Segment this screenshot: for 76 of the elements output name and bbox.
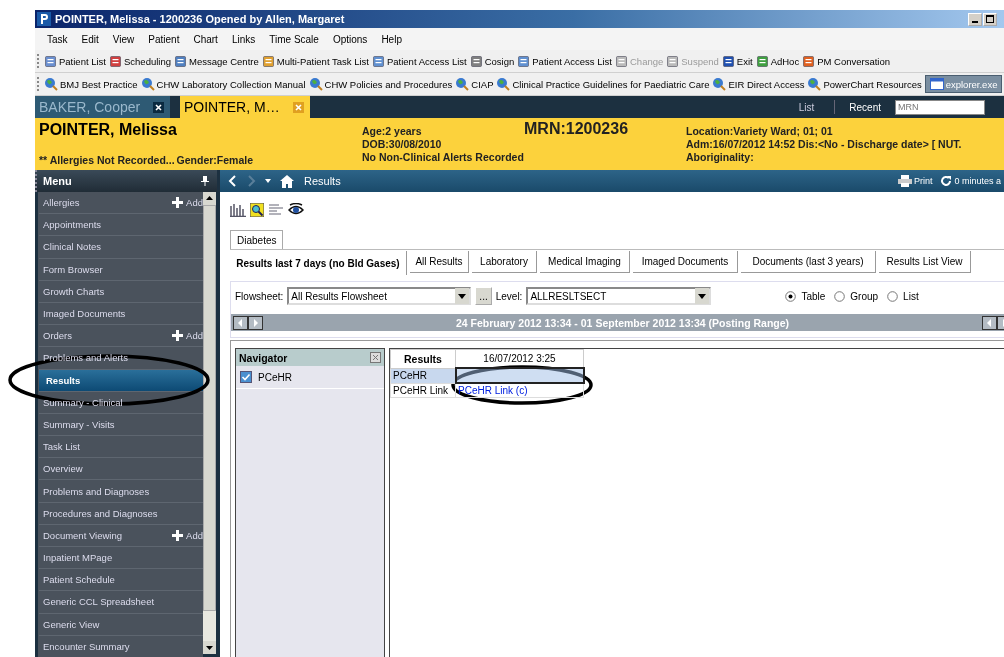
menu-item[interactable]: Allergies Add <box>39 192 203 215</box>
patient-age: Age:2 years <box>362 125 423 137</box>
add-button[interactable]: Add <box>172 197 203 209</box>
menu-title: Menu <box>43 175 72 187</box>
level-dropdown[interactable]: ALLRESLTSECT <box>526 287 712 305</box>
results-tab[interactable]: Results last 7 days (no Bld Gases) <box>230 251 407 275</box>
menu-item[interactable]: Options <box>325 33 375 45</box>
patient-dob: DOB:30/08/2010 <box>362 138 443 150</box>
browse-button[interactable]: ... <box>475 287 492 305</box>
navigator-item[interactable]: PCeHR <box>258 371 292 383</box>
toolbar-button[interactable]: Patient List <box>44 54 106 68</box>
link-button[interactable]: CHW Policies and Procedures <box>308 77 453 91</box>
toolbar-button[interactable]: AdHoc <box>755 54 800 68</box>
recent-button[interactable]: Recent <box>841 101 889 113</box>
window-title: POINTER, Melissa - 1200236 Opened by Allen, Margaret <box>55 13 346 25</box>
toolbar-button[interactable]: PM Conversation <box>802 54 891 68</box>
results-tab[interactable]: Medical Imaging <box>540 251 630 273</box>
link-button[interactable]: PowerChart Resources <box>807 77 922 91</box>
add-button[interactable]: Add <box>172 330 203 342</box>
group-tab[interactable]: Diabetes <box>230 230 284 249</box>
admission-details: Adm:16/07/2012 14:52 Dis:<No - Discharge date> [ NUT. <box>686 138 963 150</box>
link-button[interactable]: CIAP <box>455 77 494 91</box>
view-radio[interactable]: List <box>887 290 919 302</box>
results-tab[interactable]: Imaged Documents <box>633 251 738 273</box>
column-header: Results <box>390 349 456 368</box>
link-button[interactable]: EIR Direct Access <box>712 77 805 91</box>
menu-item[interactable]: Chart <box>186 33 225 45</box>
menu-item[interactable]: Results <box>39 369 203 392</box>
toolbar-button[interactable]: Message Centre <box>174 54 259 68</box>
level-label: Level: <box>495 290 523 302</box>
menu-item[interactable]: Edit <box>74 33 106 45</box>
add-button[interactable]: Add <box>172 529 203 541</box>
refresh-button[interactable]: 0 minutes a <box>940 175 1001 187</box>
menu-item[interactable]: Help <box>374 33 409 45</box>
flowsheet-label: Flowsheet: <box>235 290 284 302</box>
menu-item[interactable]: Document Viewing Add <box>39 524 203 547</box>
row-label[interactable]: PCeHR Link <box>390 383 456 398</box>
page-title: Results <box>304 175 341 187</box>
results-tab[interactable]: All Results <box>410 251 469 273</box>
alerts-status: No Non-Clinical Alerts Recorded <box>362 151 524 163</box>
column-header: 16/07/2012 3:25 <box>455 349 584 368</box>
toolbar-button[interactable]: Cosign <box>469 54 515 68</box>
results-tab[interactable]: Results List View <box>879 251 971 273</box>
patient-tab[interactable]: BAKER, Cooper <box>35 96 170 118</box>
mrn-search-field[interactable]: MRN <box>895 99 985 115</box>
link-button[interactable]: BMJ Best Practice <box>44 77 138 91</box>
list-button[interactable]: List <box>778 101 829 113</box>
flowsheet-dropdown[interactable]: All Results Flowsheet <box>287 287 472 305</box>
link-button[interactable]: Clinical Practice Guidelines for Paediatric Care <box>496 77 710 91</box>
toolbar-button[interactable]: Exit <box>721 54 753 68</box>
posting-range: 24 February 2012 13:34 - 01 September 2012 13:34 (Posting Range) <box>454 316 791 329</box>
view-radio[interactable]: Table <box>785 290 826 302</box>
patient-tab[interactable]: POINTER, M… <box>180 96 310 118</box>
patient-location: Location:Variety Ward; 01; 01 <box>686 125 834 137</box>
navigator-title: Navigator <box>239 351 288 364</box>
patient-mrn: MRN:1200236 <box>524 120 630 138</box>
results-tab[interactable]: Documents (last 3 years) <box>741 251 876 273</box>
menu-item[interactable]: Task <box>40 33 75 45</box>
print-button[interactable]: Print <box>897 175 933 187</box>
toolbar-button[interactable]: Multi-Patient Task List <box>261 54 369 68</box>
toolbar-button[interactable]: Patient Access List <box>371 54 467 68</box>
aboriginality-status: Aboriginality: <box>686 151 755 163</box>
result-cell[interactable]: PCeHR Link (c) <box>455 383 584 398</box>
allergy-status: ** Allergies Not Recorded... <box>39 154 175 166</box>
toolbar-button[interactable]: Scheduling <box>109 54 171 68</box>
link-button[interactable]: CHW Laboratory Collection Manual <box>140 77 306 91</box>
view-radio[interactable]: Group <box>834 290 879 302</box>
menu-item[interactable]: Orders Add <box>39 325 203 348</box>
patient-name: POINTER, Melissa <box>39 121 178 139</box>
menu-item[interactable]: Links <box>224 33 263 45</box>
menu-item[interactable]: View <box>105 33 142 45</box>
patient-gender: Gender:Female <box>176 154 253 166</box>
results-tab[interactable]: Laboratory <box>472 251 537 273</box>
menu-item[interactable]: Time Scale <box>262 33 326 45</box>
toolbar-button[interactable]: Patient Access List <box>517 54 612 68</box>
menu-item[interactable]: Patient <box>141 33 187 45</box>
